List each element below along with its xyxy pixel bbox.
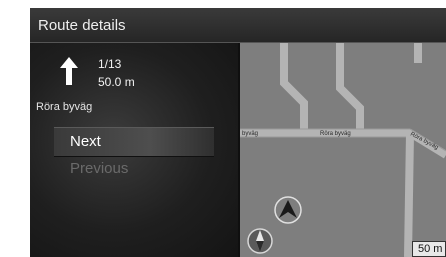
next-button-label: Next: [70, 133, 101, 150]
page-title: Route details: [38, 17, 126, 34]
previous-button[interactable]: Previous: [54, 157, 214, 183]
distance-to-turn: 50.0 m: [98, 75, 135, 89]
map-scale: 50 m: [412, 241, 446, 257]
previous-button-label: Previous: [70, 160, 129, 177]
road-label-2: Röra byväg: [320, 131, 351, 137]
map-canvas: byväg Röra byväg Röra byväg: [240, 43, 446, 257]
road-label-1: byväg: [242, 131, 258, 137]
next-button[interactable]: Next: [54, 127, 214, 157]
position-arrow-icon: [274, 196, 302, 224]
navigation-screen: Route details 1/13 50.0 m Röra byväg Nex…: [30, 8, 446, 257]
map-view[interactable]: byväg Röra byväg Röra byväg 50 m: [240, 43, 446, 257]
route-details-panel: 1/13 50.0 m Röra byväg Next Previous: [30, 43, 238, 257]
compass-icon[interactable]: [247, 228, 273, 254]
map-scale-label: 50 m: [418, 243, 443, 255]
straight-arrow-icon: [60, 57, 78, 85]
title-bar: Route details: [30, 8, 446, 43]
step-counter: 1/13: [98, 57, 122, 71]
road-name: Röra byväg: [36, 101, 93, 113]
